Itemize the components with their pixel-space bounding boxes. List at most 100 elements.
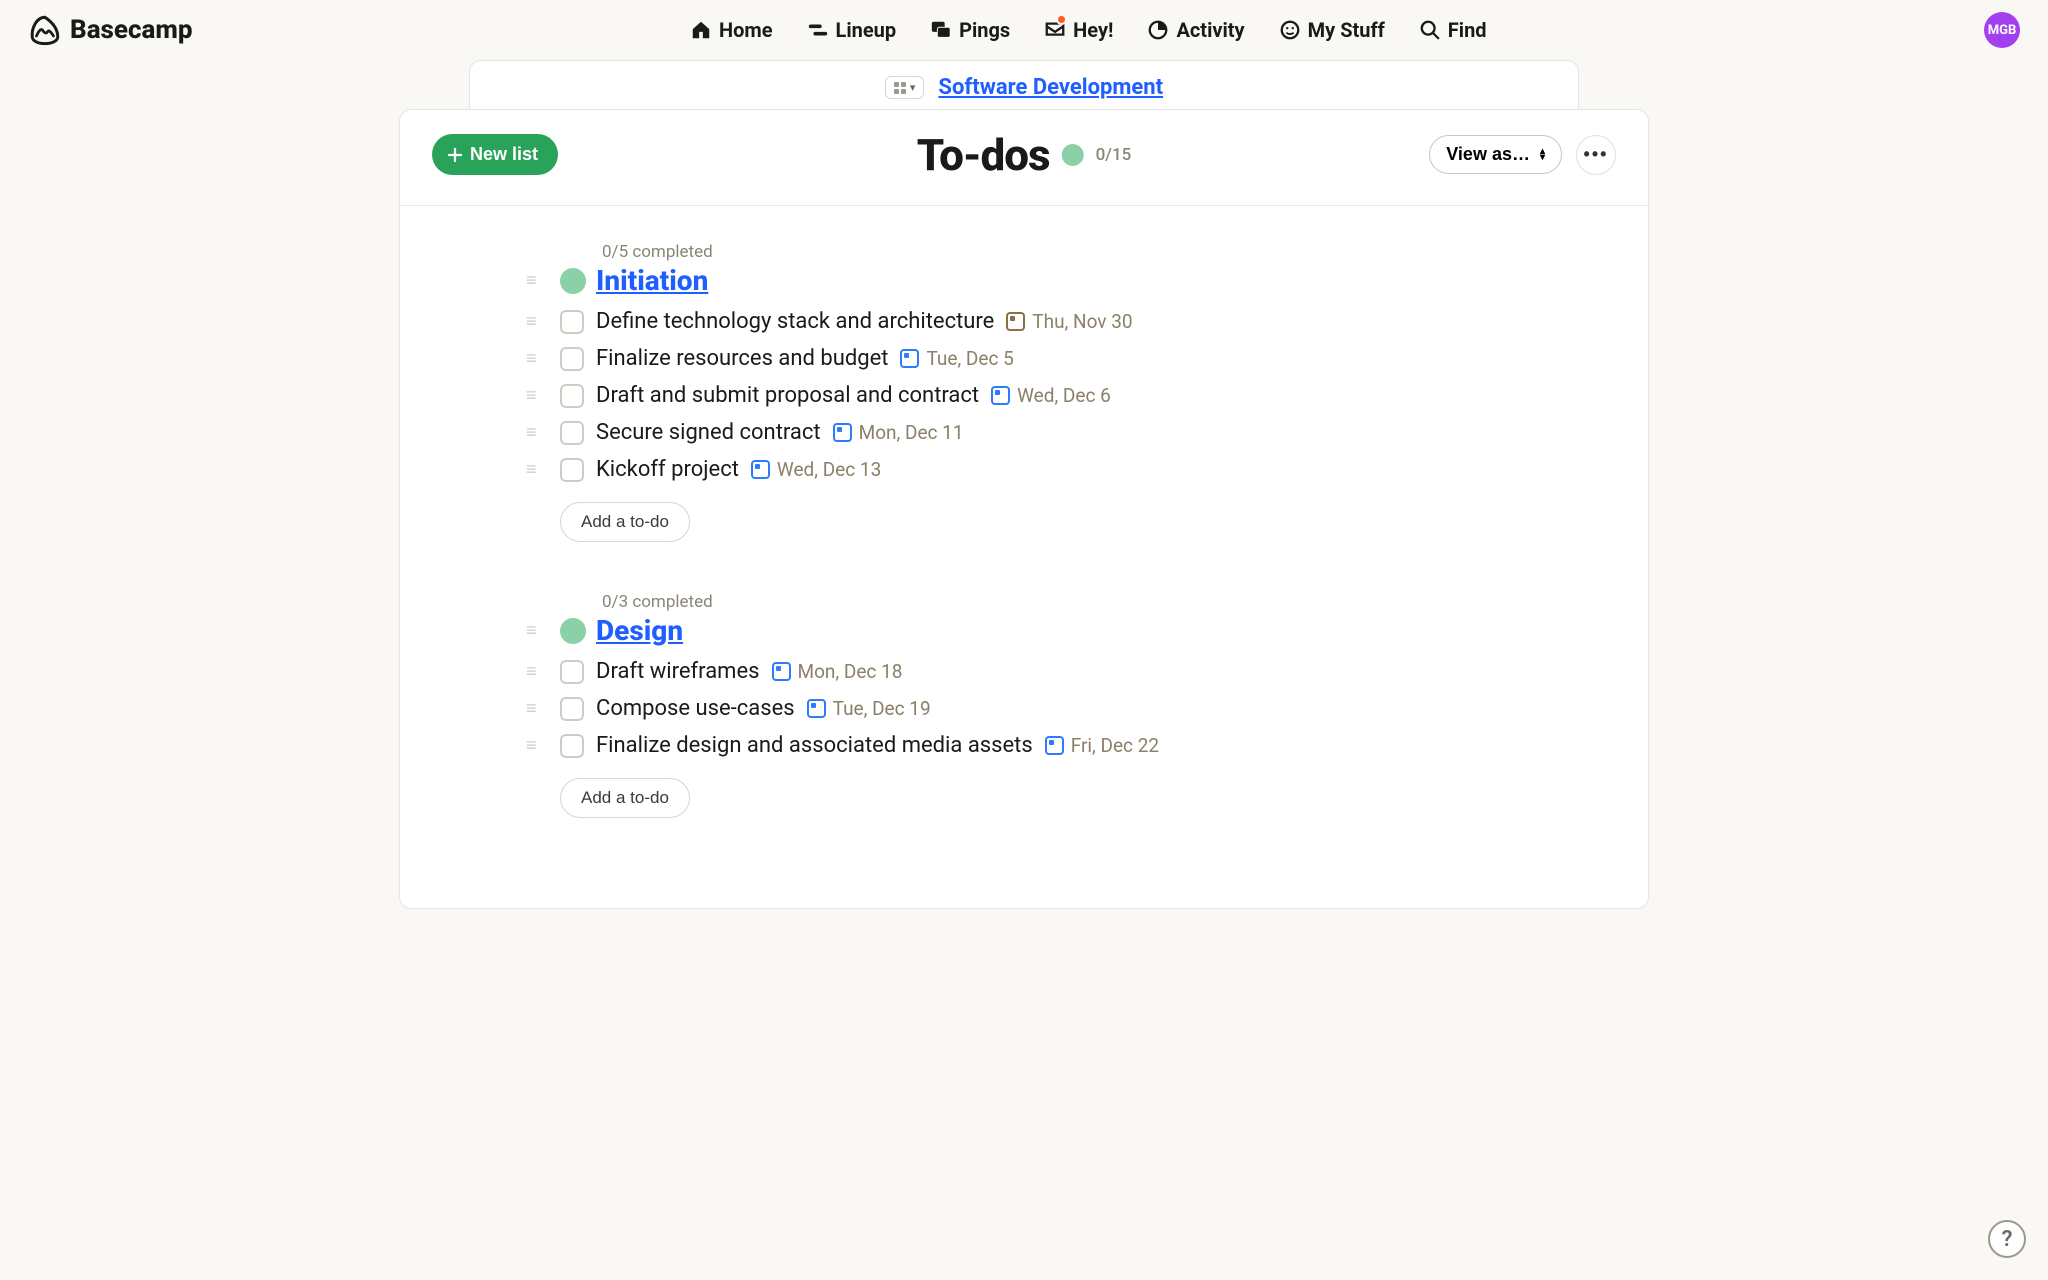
drag-handle-icon[interactable] <box>526 319 534 325</box>
drag-handle-icon[interactable] <box>526 393 534 399</box>
overall-count: 0/15 <box>1096 145 1132 165</box>
todo-row: Secure signed contract Mon, Dec 11 <box>560 420 1588 445</box>
list-block: 0/5 completedInitiationDefine technology… <box>560 242 1588 542</box>
due-date[interactable]: Wed, Dec 13 <box>751 458 881 481</box>
help-button[interactable]: ? <box>1988 1220 2026 1258</box>
top-nav: Basecamp Home Lineup Pings Hey! Activity… <box>0 0 2048 60</box>
calendar-icon <box>772 662 791 681</box>
todo-checkbox[interactable] <box>560 310 584 334</box>
due-date[interactable]: Wed, Dec 6 <box>991 384 1111 407</box>
nav-lineup[interactable]: Lineup <box>807 18 897 42</box>
header-actions: View as… ▴▾ ••• <box>1429 135 1616 175</box>
todo-text[interactable]: Compose use-cases <box>596 696 795 721</box>
nav-find-label: Find <box>1448 18 1487 42</box>
project-switcher[interactable]: ▾ <box>885 76 925 99</box>
list-progress-dot-icon <box>560 618 586 644</box>
list-progress-dot-icon <box>560 268 586 294</box>
due-date[interactable]: Mon, Dec 11 <box>833 421 964 444</box>
todo-checkbox[interactable] <box>560 458 584 482</box>
nav-pings-label: Pings <box>959 18 1010 42</box>
todo-row: Draft and submit proposal and contract We… <box>560 383 1588 408</box>
todo-checkbox[interactable] <box>560 347 584 371</box>
view-as-button[interactable]: View as… ▴▾ <box>1429 135 1562 174</box>
basecamp-logo-icon <box>28 13 62 47</box>
drag-handle-icon[interactable] <box>526 430 534 436</box>
due-date-text: Tue, Dec 19 <box>833 697 931 720</box>
nav-lineup-label: Lineup <box>836 18 897 42</box>
due-date-text: Mon, Dec 18 <box>798 660 903 683</box>
nav-activity[interactable]: Activity <box>1147 18 1244 42</box>
todo-text[interactable]: Kickoff project <box>596 457 739 482</box>
drag-handle-icon[interactable] <box>526 706 534 712</box>
due-date-text: Thu, Nov 30 <box>1032 310 1132 333</box>
more-menu-button[interactable]: ••• <box>1576 135 1616 175</box>
drag-handle-icon[interactable] <box>526 743 534 749</box>
todo-text[interactable]: Finalize resources and budget <box>596 346 888 371</box>
due-date[interactable]: Thu, Nov 30 <box>1006 310 1132 333</box>
todo-checkbox[interactable] <box>560 421 584 445</box>
due-date[interactable]: Mon, Dec 18 <box>772 660 903 683</box>
drag-handle-icon[interactable] <box>526 628 534 634</box>
new-list-label: New list <box>470 144 538 165</box>
new-list-button[interactable]: New list <box>432 134 558 175</box>
due-date[interactable]: Tue, Dec 19 <box>807 697 931 720</box>
todo-checkbox[interactable] <box>560 734 584 758</box>
todo-row: Kickoff project Wed, Dec 13 <box>560 457 1588 482</box>
due-date-text: Mon, Dec 11 <box>859 421 964 444</box>
due-date-text: Wed, Dec 6 <box>1017 384 1111 407</box>
list-title-link[interactable]: Initiation <box>596 264 708 297</box>
calendar-icon <box>1006 312 1025 331</box>
view-as-label: View as… <box>1446 144 1530 165</box>
due-date[interactable]: Fri, Dec 22 <box>1045 734 1159 757</box>
drag-handle-icon[interactable] <box>526 356 534 362</box>
due-date-text: Fri, Dec 22 <box>1071 734 1159 757</box>
nav-home[interactable]: Home <box>690 18 773 42</box>
due-date-text: Tue, Dec 5 <box>926 347 1013 370</box>
todo-text[interactable]: Finalize design and associated media ass… <box>596 733 1033 758</box>
nav-center: Home Lineup Pings Hey! Activity My Stuff… <box>193 18 1985 42</box>
todo-row: Compose use-cases Tue, Dec 19 <box>560 696 1588 721</box>
nav-pings[interactable]: Pings <box>930 18 1010 42</box>
todo-text[interactable]: Secure signed contract <box>596 420 821 445</box>
home-icon <box>690 19 712 41</box>
avatar[interactable]: MGB <box>1984 12 2020 48</box>
nav-find[interactable]: Find <box>1419 18 1487 42</box>
nav-mystuff[interactable]: My Stuff <box>1279 18 1385 42</box>
calendar-icon <box>751 460 770 479</box>
add-todo-button[interactable]: Add a to-do <box>560 502 690 542</box>
calendar-icon <box>900 349 919 368</box>
list-meta: 0/3 completed <box>602 592 1588 612</box>
todo-text[interactable]: Draft wireframes <box>596 659 760 684</box>
todo-checkbox[interactable] <box>560 384 584 408</box>
drag-handle-icon[interactable] <box>526 467 534 473</box>
todo-row: Finalize design and associated media ass… <box>560 733 1588 758</box>
todo-checkbox[interactable] <box>560 660 584 684</box>
logo[interactable]: Basecamp <box>28 13 193 47</box>
progress-dot-icon <box>1062 144 1084 166</box>
search-icon <box>1419 19 1441 41</box>
todo-checkbox[interactable] <box>560 697 584 721</box>
plus-icon <box>446 146 464 164</box>
calendar-icon <box>833 423 852 442</box>
due-date[interactable]: Tue, Dec 5 <box>900 347 1013 370</box>
todo-text[interactable]: Draft and submit proposal and contract <box>596 383 979 408</box>
list-title-link[interactable]: Design <box>596 614 683 647</box>
add-todo-button[interactable]: Add a to-do <box>560 778 690 818</box>
drag-handle-icon[interactable] <box>526 278 534 284</box>
card-header: New list To-dos 0/15 View as… ▴▾ ••• <box>400 110 1648 206</box>
todo-row: Finalize resources and budget Tue, Dec 5 <box>560 346 1588 371</box>
nav-hey[interactable]: Hey! <box>1044 18 1113 42</box>
list-block: 0/3 completedDesign Draft wireframes Mon, … <box>560 592 1588 818</box>
todo-text[interactable]: Define technology stack and architecture <box>596 309 994 334</box>
page-title: To-dos <box>917 129 1050 181</box>
breadcrumb-project-link[interactable]: Software Development <box>938 75 1163 100</box>
pings-icon <box>930 19 952 41</box>
due-date-text: Wed, Dec 13 <box>777 458 881 481</box>
updown-icon: ▴▾ <box>1540 149 1545 161</box>
mystuff-icon <box>1279 19 1301 41</box>
calendar-icon <box>991 386 1010 405</box>
brand-text: Basecamp <box>70 15 193 45</box>
todo-row: Define technology stack and architecture… <box>560 309 1588 334</box>
lists-container: 0/5 completedInitiationDefine technology… <box>400 206 1648 908</box>
drag-handle-icon[interactable] <box>526 669 534 675</box>
